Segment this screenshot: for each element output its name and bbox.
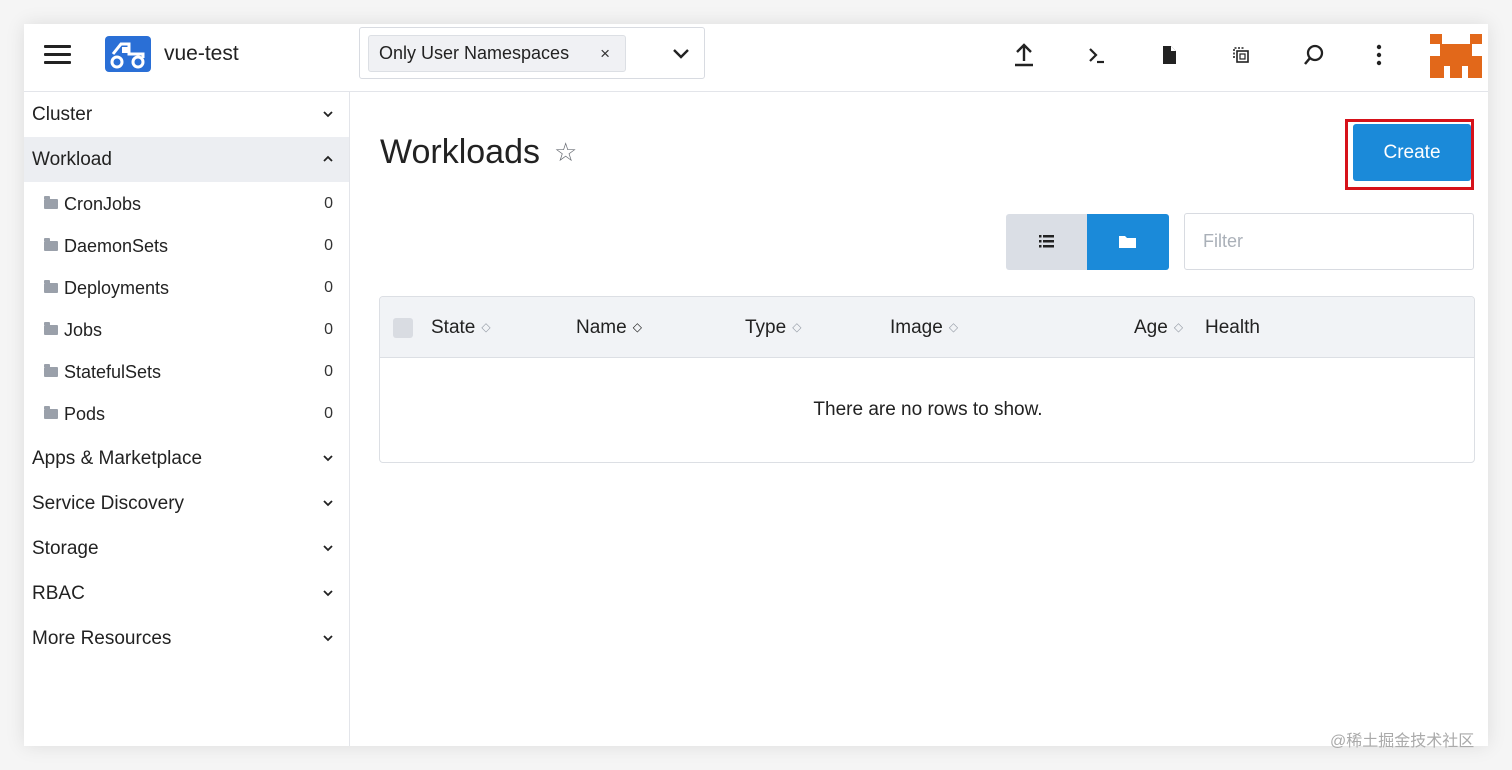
column-label: Health bbox=[1205, 317, 1260, 338]
sidebar-group-label: Storage bbox=[32, 538, 99, 559]
sort-icon: ◇ bbox=[948, 320, 959, 334]
sidebar-group-label: Cluster bbox=[32, 104, 93, 125]
sidebar-item-count: 0 bbox=[324, 237, 333, 254]
column-label: Type bbox=[745, 317, 787, 338]
chevron-down-icon bbox=[323, 500, 333, 507]
view-toggle bbox=[1006, 214, 1169, 270]
chevron-down-icon[interactable] bbox=[670, 42, 692, 64]
column-header-image[interactable]: Image ◇ bbox=[890, 297, 958, 358]
watermark: @稀土掘金技术社区 bbox=[1330, 733, 1475, 750]
empty-table-message: There are no rows to show. bbox=[813, 399, 1043, 420]
sidebar-item-deployments[interactable]: Deployments 0 bbox=[24, 267, 349, 309]
folder-icon bbox=[44, 196, 58, 209]
user-avatar[interactable] bbox=[1430, 34, 1482, 78]
sidebar-nav: Cluster Workload CronJobs 0 DaemonSets 0… bbox=[24, 92, 350, 746]
column-header-type[interactable]: Type ◇ bbox=[745, 297, 801, 358]
folder-icon bbox=[44, 238, 58, 251]
sidebar-group-label: RBAC bbox=[32, 583, 85, 604]
sidebar-group-apps-marketplace[interactable]: Apps & Marketplace bbox=[24, 436, 349, 481]
column-label: Age bbox=[1134, 317, 1168, 338]
chevron-down-icon bbox=[323, 111, 333, 118]
sidebar-group-cluster[interactable]: Cluster bbox=[24, 92, 349, 137]
chevron-down-icon bbox=[323, 455, 333, 462]
sidebar-group-label: Workload bbox=[32, 149, 112, 170]
folder-icon bbox=[1119, 236, 1136, 248]
app-window: vue-test Only User Namespaces × Cluster … bbox=[24, 24, 1488, 746]
sidebar-group-service-discovery[interactable]: Service Discovery bbox=[24, 481, 349, 526]
chevron-down-icon bbox=[323, 545, 333, 552]
terminal-icon[interactable] bbox=[1081, 40, 1111, 70]
sidebar-group-rbac[interactable]: RBAC bbox=[24, 571, 349, 616]
sidebar-group-more-resources[interactable]: More Resources bbox=[24, 616, 349, 661]
column-header-name[interactable]: Name ◇ bbox=[576, 297, 642, 358]
sidebar-item-cronjobs[interactable]: CronJobs 0 bbox=[24, 183, 349, 225]
folder-icon bbox=[44, 322, 58, 335]
cluster-logo-icon bbox=[105, 36, 151, 72]
folder-icon bbox=[44, 364, 58, 377]
column-header-age[interactable]: Age ◇ bbox=[1134, 297, 1183, 358]
sidebar-item-count: 0 bbox=[324, 405, 333, 422]
main-content: Workloads ☆ Create State ◇ bbox=[351, 93, 1488, 746]
create-button[interactable]: Create bbox=[1353, 124, 1471, 181]
sidebar-item-label: Jobs bbox=[64, 320, 103, 340]
sidebar-item-count: 0 bbox=[324, 321, 333, 338]
folder-icon bbox=[44, 280, 58, 293]
file-icon[interactable] bbox=[1154, 40, 1184, 70]
chevron-up-icon bbox=[323, 155, 333, 162]
search-icon[interactable] bbox=[1299, 40, 1329, 70]
top-header: vue-test Only User Namespaces × bbox=[24, 24, 1488, 92]
sidebar-group-label: More Resources bbox=[32, 628, 172, 649]
menu-icon[interactable] bbox=[44, 45, 72, 69]
sidebar-item-label: Deployments bbox=[64, 278, 170, 298]
cluster-name[interactable]: vue-test bbox=[164, 42, 239, 66]
upload-icon[interactable] bbox=[1009, 40, 1039, 70]
table-header: State ◇ Name ◇ Type ◇ Image ◇ Age ◇ Health bbox=[380, 297, 1474, 358]
sidebar-group-storage[interactable]: Storage bbox=[24, 526, 349, 571]
namespace-select[interactable]: Only User Namespaces × bbox=[359, 27, 705, 79]
workloads-table: State ◇ Name ◇ Type ◇ Image ◇ Age ◇ Health Th… bbox=[379, 296, 1475, 463]
column-label: State bbox=[431, 317, 476, 338]
chevron-down-icon bbox=[323, 590, 333, 597]
sidebar-item-label: CronJobs bbox=[64, 194, 142, 214]
chevron-down-icon bbox=[323, 635, 333, 642]
sidebar-group-label: Service Discovery bbox=[32, 493, 185, 514]
column-label: Image bbox=[890, 317, 943, 338]
sort-icon: ◇ bbox=[1173, 320, 1184, 334]
close-icon[interactable]: × bbox=[600, 36, 610, 71]
filter-input[interactable] bbox=[1184, 213, 1474, 270]
sort-icon: ◇ bbox=[632, 320, 642, 334]
namespace-chip: Only User Namespaces × bbox=[368, 35, 626, 72]
column-header-health[interactable]: Health bbox=[1205, 297, 1260, 358]
sidebar-item-label: DaemonSets bbox=[64, 236, 169, 256]
more-vertical-icon[interactable] bbox=[1364, 40, 1394, 70]
sidebar-item-jobs[interactable]: Jobs 0 bbox=[24, 309, 349, 351]
sidebar-item-daemonsets[interactable]: DaemonSets 0 bbox=[24, 225, 349, 267]
sidebar-item-count: 0 bbox=[324, 279, 333, 296]
folder-view-button[interactable] bbox=[1087, 214, 1169, 270]
page-title: Workloads bbox=[380, 133, 540, 171]
sidebar-item-count: 0 bbox=[324, 195, 333, 212]
sort-icon: ◇ bbox=[792, 320, 802, 334]
select-all-checkbox[interactable] bbox=[393, 318, 413, 338]
sidebar-group-label: Apps & Marketplace bbox=[32, 448, 203, 469]
list-icon bbox=[1039, 235, 1054, 248]
copy-icon[interactable] bbox=[1226, 40, 1256, 70]
sidebar-item-statefulsets[interactable]: StatefulSets 0 bbox=[24, 351, 349, 393]
sidebar-item-label: StatefulSets bbox=[64, 362, 162, 382]
sidebar-item-pods[interactable]: Pods 0 bbox=[24, 393, 349, 435]
namespace-chip-label: Only User Namespaces bbox=[379, 43, 570, 63]
column-label: Name bbox=[576, 317, 627, 338]
folder-icon bbox=[44, 406, 58, 419]
sidebar-item-count: 0 bbox=[324, 363, 333, 380]
sidebar-group-workload[interactable]: Workload bbox=[24, 137, 349, 182]
sort-icon: ◇ bbox=[481, 320, 491, 334]
star-icon[interactable]: ☆ bbox=[554, 137, 577, 168]
sidebar-item-label: Pods bbox=[64, 404, 106, 424]
list-view-button[interactable] bbox=[1006, 214, 1087, 270]
column-header-state[interactable]: State ◇ bbox=[431, 297, 491, 358]
